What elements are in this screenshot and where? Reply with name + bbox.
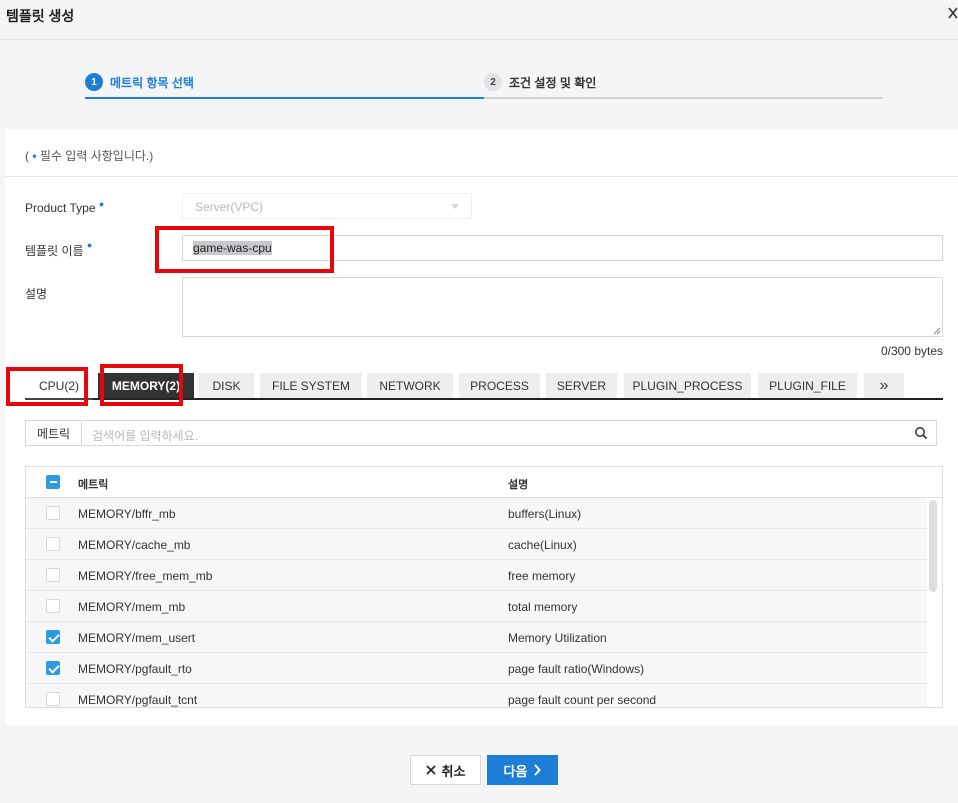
tab-plugin-file[interactable]: PLUGIN_FILE	[758, 373, 857, 398]
table-row[interactable]: MEMORY/bffr_mb buffers(Linux)	[26, 498, 927, 529]
step-2-number: 2	[484, 73, 502, 91]
column-description: 설명	[508, 479, 529, 491]
next-button[interactable]: 다음	[487, 755, 558, 785]
metric-name: MEMORY/bffr_mb	[78, 507, 176, 521]
close-icon[interactable]	[948, 6, 958, 22]
metric-description: free memory	[508, 569, 576, 583]
table-row[interactable]: MEMORY/free_mem_mb free memory	[26, 560, 927, 591]
step-2-label: 조건 설정 및 확인	[509, 75, 597, 90]
required-marker: ●	[86, 240, 93, 250]
metric-name: MEMORY/pgfault_rto	[78, 662, 192, 676]
tab-server[interactable]: SERVER	[546, 373, 617, 398]
step-1-label: 메트릭 항목 선택	[110, 75, 194, 90]
product-type-label: Product Type ●	[25, 199, 105, 215]
metric-description: cache(Linux)	[508, 538, 577, 552]
table-row[interactable]: MEMORY/mem_mb total memory	[26, 591, 927, 622]
metric-name: MEMORY/mem_mb	[78, 600, 186, 614]
metric-name: MEMORY/mem_usert	[78, 631, 196, 645]
tab-cpu[interactable]: CPU(2)	[25, 373, 93, 400]
close-icon	[425, 765, 436, 775]
description-textarea[interactable]	[182, 277, 943, 337]
resize-handle-icon	[933, 327, 941, 335]
metric-name: MEMORY/free_mem_mb	[78, 569, 213, 583]
metric-search: 메트릭 검색어를 입력하세요.	[25, 420, 937, 446]
tab-memory[interactable]: MEMORY(2)	[98, 373, 194, 398]
cancel-button[interactable]: 취소	[410, 755, 481, 785]
row-checkbox[interactable]	[46, 599, 60, 613]
row-checkbox[interactable]	[46, 568, 60, 582]
search-input[interactable]: 검색어를 입력하세요.	[92, 427, 198, 444]
table-row[interactable]: MEMORY/mem_usert Memory Utilization	[26, 622, 927, 653]
step-1: 1 메트릭 항목 선택	[85, 67, 484, 99]
form-card: ( • 필수 입력 사항입니다.) Product Type ● Server(…	[5, 129, 958, 725]
table-row[interactable]: MEMORY/pgfault_rto page fault ratio(Wind…	[26, 653, 927, 684]
row-checkbox[interactable]	[46, 661, 60, 675]
table-row[interactable]: MEMORY/cache_mb cache(Linux)	[26, 529, 927, 560]
required-marker: ●	[98, 199, 105, 209]
step-1-number: 1	[85, 73, 103, 91]
template-name-label: 템플릿 이름 ●	[25, 240, 93, 258]
tab-disk[interactable]: DISK	[199, 373, 254, 398]
template-name-input[interactable]: game-was-cpu	[182, 235, 943, 261]
product-type-select[interactable]: Server(VPC)	[182, 193, 472, 219]
search-label: 메트릭	[26, 421, 82, 445]
product-type-value: Server(VPC)	[195, 200, 264, 214]
tab-file-system[interactable]: FILE SYSTEM	[260, 373, 362, 398]
row-checkbox[interactable]	[46, 537, 60, 551]
tab-network[interactable]: NETWORK	[367, 373, 453, 398]
metric-description: total memory	[508, 600, 578, 614]
table-row[interactable]: MEMORY/pgfault_tcnt page fault count per…	[26, 684, 927, 707]
metric-description: Memory Utilization	[508, 631, 607, 645]
metric-table: 메트릭 설명 MEMORY/bffr_mb buffers(Linux) MEM…	[25, 466, 943, 708]
description-label: 설명	[25, 287, 48, 301]
row-checkbox[interactable]	[46, 630, 60, 644]
dialog-title: 템플릿 생성	[6, 8, 75, 24]
metric-description: page fault ratio(Windows)	[508, 662, 645, 676]
row-checkbox[interactable]	[46, 506, 60, 520]
chevron-right-icon	[534, 764, 542, 776]
chevron-down-icon	[451, 204, 459, 209]
tab-more-icon[interactable]: »	[864, 373, 904, 398]
metric-name: MEMORY/pgfault_tcnt	[78, 693, 198, 707]
search-icon[interactable]	[914, 426, 928, 440]
required-note: ( • 필수 입력 사항입니다.)	[25, 149, 154, 163]
table-scrollbar[interactable]	[929, 500, 937, 592]
table-header: 메트릭 설명	[26, 467, 942, 498]
metric-tabs: CPU(2) MEMORY(2) DISK FILE SYSTEM NETWOR…	[25, 373, 943, 400]
step-2: 2 조건 설정 및 확인	[484, 67, 883, 99]
dialog-header: 템플릿 생성	[0, 0, 958, 40]
divider	[5, 176, 958, 177]
column-metric: 메트릭	[78, 479, 109, 491]
byte-counter: 0/300 bytes	[880, 344, 943, 358]
row-checkbox[interactable]	[46, 692, 60, 706]
metric-description: page fault count per second	[508, 693, 657, 707]
tab-process[interactable]: PROCESS	[459, 373, 540, 398]
select-all-checkbox[interactable]	[46, 475, 60, 489]
stepper: 1 메트릭 항목 선택 2 조건 설정 및 확인	[85, 68, 883, 100]
metric-description: buffers(Linux)	[508, 507, 582, 521]
metric-name: MEMORY/cache_mb	[78, 538, 191, 552]
tab-plugin-process[interactable]: PLUGIN_PROCESS	[624, 373, 751, 398]
